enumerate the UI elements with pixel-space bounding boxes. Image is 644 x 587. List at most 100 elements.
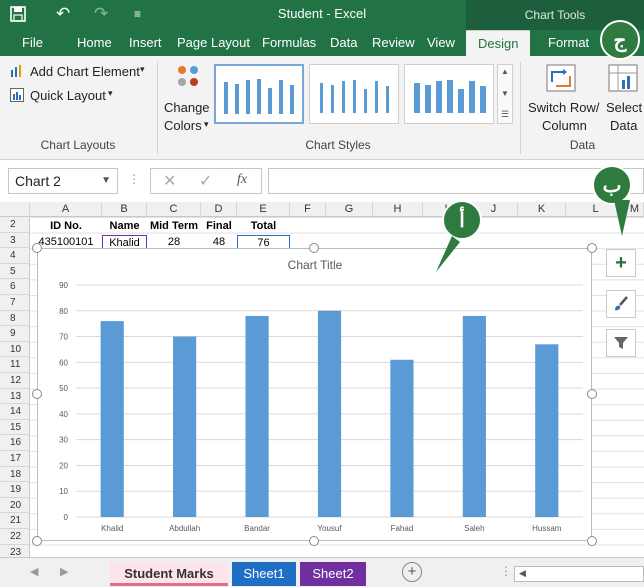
bar-fahad[interactable] — [390, 359, 414, 517]
column-header-a[interactable]: A — [30, 202, 102, 217]
row-header-18[interactable]: 18 — [0, 467, 30, 483]
row-header-10[interactable]: 10 — [0, 342, 30, 358]
row-header-21[interactable]: 21 — [0, 513, 30, 529]
scroll-right-icon[interactable]: ▶ — [60, 565, 68, 578]
formula-input[interactable] — [268, 168, 644, 194]
row-header-15[interactable]: 15 — [0, 420, 30, 436]
row-header-20[interactable]: 20 — [0, 498, 30, 514]
cell-e2[interactable]: Total — [237, 219, 290, 233]
bar-abdullah[interactable] — [173, 336, 197, 517]
resize-handle-right[interactable] — [587, 389, 597, 399]
row-header-5[interactable]: 5 — [0, 264, 30, 280]
y-axis-labels: 0 10 20 30 40 50 60 70 80 90 — [59, 281, 68, 522]
add-sheet-icon[interactable]: + — [402, 562, 422, 582]
cell-d3[interactable]: 48 — [201, 235, 237, 249]
row-header-3[interactable]: 3 — [0, 233, 30, 249]
quick-layout-button[interactable]: Quick Layout ▾ — [8, 86, 118, 106]
row-header-22[interactable]: 22 — [0, 529, 30, 545]
select-all-corner[interactable] — [0, 202, 30, 217]
sheet-tab-sheet2[interactable]: Sheet2 — [300, 562, 366, 586]
row-header-8[interactable]: 8 — [0, 311, 30, 327]
switch-row-column-button[interactable]: Switch Row/ Column — [526, 62, 600, 136]
column-header-g[interactable]: G — [326, 202, 373, 217]
column-header-d[interactable]: D — [201, 202, 237, 217]
column-header-e[interactable]: E — [237, 202, 290, 217]
tab-view[interactable]: View — [427, 30, 455, 56]
row-header-7[interactable]: 7 — [0, 295, 30, 311]
chevron-down-icon[interactable]: ▼ — [501, 89, 509, 98]
group-data: Data — [569, 138, 596, 152]
bar-saleh[interactable] — [462, 315, 486, 517]
tab-format[interactable]: Format — [548, 30, 589, 56]
row-header-12[interactable]: 12 — [0, 373, 30, 389]
horizontal-scrollbar[interactable]: ◀ — [514, 566, 644, 582]
add-chart-element-button[interactable]: Add Chart Element ▾ — [8, 62, 153, 82]
row-header-4[interactable]: 4 — [0, 248, 30, 264]
chart-style-1[interactable] — [214, 64, 304, 124]
resize-handle-bottom[interactable] — [309, 536, 319, 546]
chart-filters-button[interactable] — [606, 329, 636, 357]
more-styles-icon[interactable]: ☰ — [501, 109, 509, 120]
scroll-left-icon[interactable]: ◀ — [30, 565, 38, 578]
formula-bar: Chart 2 ▼ ⋮ ✕ ✓ fx — [0, 160, 644, 200]
resize-handle-top[interactable] — [309, 243, 319, 253]
chevron-down-icon[interactable]: ▼ — [101, 169, 111, 193]
chart-title[interactable]: Chart Title — [288, 258, 343, 272]
column-header-b[interactable]: B — [102, 202, 147, 217]
row-header-16[interactable]: 16 — [0, 435, 30, 451]
sheet-tab-sheet1[interactable]: Sheet1 — [232, 562, 296, 586]
chart-elements-button[interactable]: + — [606, 249, 636, 277]
tab-data[interactable]: Data — [330, 30, 357, 56]
row-header-11[interactable]: 11 — [0, 357, 30, 373]
name-box[interactable]: Chart 2 ▼ — [8, 168, 118, 194]
tab-home[interactable]: Home — [77, 30, 112, 56]
resize-handle-top-right[interactable] — [587, 243, 597, 253]
formula-buttons: ✕ ✓ fx — [150, 168, 262, 194]
row-header-17[interactable]: 17 — [0, 451, 30, 467]
row-header-9[interactable]: 9 — [0, 326, 30, 342]
row-header-6[interactable]: 6 — [0, 279, 30, 295]
bar-yousuf[interactable] — [317, 310, 342, 517]
cell-a2[interactable]: ID No. — [30, 219, 102, 233]
column-header-c[interactable]: C — [147, 202, 201, 217]
tab-review[interactable]: Review — [372, 30, 415, 56]
resize-handle-bottom-right[interactable] — [587, 536, 597, 546]
chart-style-3[interactable] — [404, 64, 494, 124]
row-header-19[interactable]: 19 — [0, 482, 30, 498]
column-header-h[interactable]: H — [373, 202, 423, 217]
chart-styles-button[interactable] — [606, 290, 636, 318]
column-chart[interactable]: Chart Title 0 10 20 30 40 50 60 70 80 90 Khalid Ab… — [37, 248, 592, 541]
tab-design[interactable]: Design — [466, 30, 531, 56]
resize-handle-left[interactable] — [32, 389, 42, 399]
chart-style-2[interactable] — [309, 64, 399, 124]
cell-c3[interactable]: 28 — [147, 235, 201, 249]
insert-function-icon[interactable]: fx — [237, 172, 247, 188]
cancel-icon[interactable]: ✕ — [163, 171, 176, 191]
column-header-f[interactable]: F — [290, 202, 326, 217]
bar-khalid[interactable] — [100, 321, 124, 517]
change-colors-label-2: Colors — [164, 118, 202, 133]
cell-c2[interactable]: Mid Term — [147, 219, 201, 233]
chevron-down-icon: ▾ — [140, 64, 145, 74]
cell-b2[interactable]: Name — [102, 219, 147, 233]
cell-d2[interactable]: Final — [201, 219, 237, 233]
sheet-tab-student-marks[interactable]: Student Marks — [110, 562, 228, 586]
row-header-13[interactable]: 13 — [0, 389, 30, 405]
change-colors-button[interactable]: Change Colors ▾ — [162, 62, 212, 136]
tab-file[interactable]: File — [22, 30, 43, 56]
bar-hussam[interactable] — [535, 344, 559, 517]
resize-handle-bottom-left[interactable] — [32, 536, 42, 546]
tab-formulas[interactable]: Formulas — [262, 30, 316, 56]
bar-bandar[interactable] — [245, 315, 269, 517]
chevron-up-icon[interactable]: ▲ — [501, 67, 509, 76]
resize-handle-top-left[interactable] — [32, 243, 42, 253]
row-header-2[interactable]: 2 — [0, 217, 30, 233]
row-header-14[interactable]: 14 — [0, 404, 30, 420]
enter-icon[interactable]: ✓ — [199, 171, 212, 191]
tab-page-layout[interactable]: Page Layout — [177, 30, 250, 56]
select-data-button[interactable]: Select Data — [604, 62, 644, 136]
column-header-k[interactable]: K — [518, 202, 566, 217]
scroll-left-icon[interactable]: ◀ — [519, 568, 526, 579]
gallery-scroll[interactable]: ▲ ▼ ☰ — [497, 64, 513, 124]
tab-insert[interactable]: Insert — [129, 30, 162, 56]
